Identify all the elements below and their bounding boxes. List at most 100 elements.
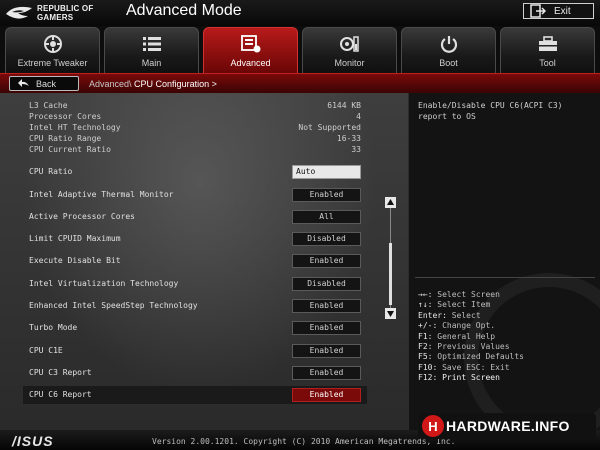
key-name: F12: [418, 373, 438, 383]
tab-label: Boot [439, 58, 458, 68]
setting-value-button[interactable]: All [292, 210, 361, 224]
power-icon [440, 36, 457, 53]
info-label: CPU Ratio Range [29, 134, 102, 143]
hardware-info-badge-icon: H [422, 415, 444, 437]
key-hint: F10: Save ESC: Exit [418, 363, 598, 373]
setting-value-button[interactable]: Enabled [292, 299, 361, 313]
back-label: Back [36, 78, 57, 89]
tab-main[interactable]: Main [104, 27, 199, 73]
key-desc: General Help [437, 331, 496, 341]
info-value: 4 [356, 112, 361, 121]
scrollbar[interactable] [385, 197, 397, 319]
setting-label: CPU C3 Report [29, 368, 92, 377]
toolbox-icon [538, 36, 557, 51]
list-icon [142, 37, 161, 51]
setting-cpu-c6-report[interactable]: CPU C6 Report Enabled [23, 386, 367, 404]
cpu-ratio-input[interactable]: Auto [292, 165, 361, 179]
info-value: 33 [351, 145, 361, 154]
advanced-icon [240, 35, 260, 53]
setting-value-button[interactable]: Enabled [292, 366, 361, 380]
setting-label: Execute Disable Bit [29, 256, 121, 265]
setting-cpu-ratio[interactable]: CPU Ratio Auto [23, 163, 367, 181]
setting-value-button[interactable]: Enabled [292, 254, 361, 268]
back-button[interactable]: Back [9, 76, 79, 91]
key-hint: F1: General Help [418, 332, 598, 342]
info-row: CPU Ratio Range 16-33 [29, 134, 361, 144]
key-name: ↑↓: [418, 300, 433, 310]
key-name: F2: [418, 342, 433, 352]
version-text: Version 2.00.1201. Copyright (C) 2010 Am… [152, 437, 456, 446]
main-tabs: Extreme Tweaker Main Advanced Monitor Bo… [0, 27, 600, 73]
tab-tool[interactable]: Tool [500, 27, 595, 73]
setting-label: Active Processor Cores [29, 212, 135, 221]
setting-value-button[interactable]: Disabled [292, 232, 361, 246]
key-desc: Select Screen [437, 290, 500, 299]
info-value: Not Supported [298, 123, 361, 132]
key-hint: F5: Optimized Defaults [418, 352, 598, 362]
info-row: Intel HT Technology Not Supported [29, 123, 361, 133]
info-value: 16-33 [336, 134, 361, 143]
rog-eye-icon [6, 6, 32, 19]
tab-label: Monitor [334, 58, 365, 68]
key-desc: Print Screen [442, 373, 500, 383]
header-bar: REPUBLIC OF GAMERS Advanced Mode Exit [0, 0, 600, 26]
tab-label: Extreme Tweaker [17, 58, 88, 68]
key-hint-print-screen: F12: Print Screen [418, 373, 598, 383]
brand-line1: REPUBLIC OF [37, 4, 94, 13]
key-desc: Select Item [437, 300, 491, 310]
setting-label: Limit CPUID Maximum [29, 234, 121, 243]
breadcrumb-bar: Back Advanced\ CPU Configuration > [0, 73, 600, 93]
setting-value-button[interactable]: Enabled [292, 344, 361, 358]
setting-active-processor-cores[interactable]: Active Processor Cores All [23, 208, 367, 226]
scroll-up-icon[interactable] [385, 197, 396, 208]
key-desc: Optimized Defaults [437, 352, 524, 362]
key-name: F10: [418, 362, 438, 372]
setting-value-button[interactable]: Disabled [292, 277, 361, 291]
key-name: F1: [418, 331, 433, 341]
info-label: L3 Cache [29, 101, 68, 110]
key-desc: Save ESC: Exit [442, 362, 510, 372]
setting-label: CPU Ratio [29, 167, 73, 176]
setting-value-button[interactable]: Enabled [292, 188, 361, 202]
setting-turbo-mode[interactable]: Turbo Mode Enabled [23, 319, 367, 337]
scroll-thumb[interactable] [389, 243, 392, 305]
key-desc: Change Opt. [442, 321, 496, 331]
setting-label: CPU C6 Report [29, 390, 92, 399]
setting-value-button[interactable]: Enabled [292, 321, 361, 335]
help-panel: Enable/Disable CPU C6(ACPI C3) report to… [408, 93, 600, 430]
scroll-down-icon[interactable] [385, 308, 396, 319]
page-title: Advanced Mode [126, 2, 242, 19]
tab-monitor[interactable]: Monitor [302, 27, 397, 73]
setting-label: Intel Adaptive Thermal Monitor [29, 190, 174, 199]
rog-logo: REPUBLIC OF GAMERS [4, 2, 114, 24]
info-label: Processor Cores [29, 112, 102, 121]
tab-advanced[interactable]: Advanced [203, 27, 298, 73]
setting-virtualization-technology[interactable]: Intel Virtualization Technology Disabled [23, 275, 367, 293]
hardware-info-text: HARDWARE.INFO [446, 418, 570, 434]
setting-execute-disable-bit[interactable]: Execute Disable Bit Enabled [23, 252, 367, 270]
setting-label: CPU C1E [29, 346, 63, 355]
setting-enhanced-speedstep[interactable]: Enhanced Intel SpeedStep Technology Enab… [23, 297, 367, 315]
hardware-info-watermark: H HARDWARE.INFO [418, 413, 596, 439]
setting-limit-cpuid-maximum[interactable]: Limit CPUID Maximum Disabled [23, 230, 367, 248]
breadcrumb-parent[interactable]: Advanced\ [89, 79, 132, 89]
setting-cpu-c3-report[interactable]: CPU C3 Report Enabled [23, 364, 367, 382]
brand-line2: GAMERS [37, 13, 74, 22]
info-row: L3 Cache 6144 KB [29, 101, 361, 111]
setting-adaptive-thermal-monitor[interactable]: Intel Adaptive Thermal Monitor Enabled [23, 186, 367, 204]
key-hint: Enter: Select [418, 311, 598, 321]
info-label: CPU Current Ratio [29, 145, 111, 154]
exit-icon [530, 4, 546, 18]
help-divider [415, 277, 595, 278]
setting-value-button[interactable]: Enabled [292, 388, 361, 402]
tab-label: Main [141, 58, 162, 68]
exit-button[interactable]: Exit [523, 3, 594, 19]
exit-label: Exit [554, 5, 571, 17]
key-desc: Select [451, 310, 481, 320]
setting-label: Intel Virtualization Technology [29, 279, 179, 288]
tab-label: Tool [539, 58, 556, 68]
setting-cpu-c1e[interactable]: CPU C1E Enabled [23, 342, 367, 360]
key-hint: →←: Select Screen [418, 290, 598, 300]
tab-boot[interactable]: Boot [401, 27, 496, 73]
tab-extreme-tweaker[interactable]: Extreme Tweaker [5, 27, 100, 73]
